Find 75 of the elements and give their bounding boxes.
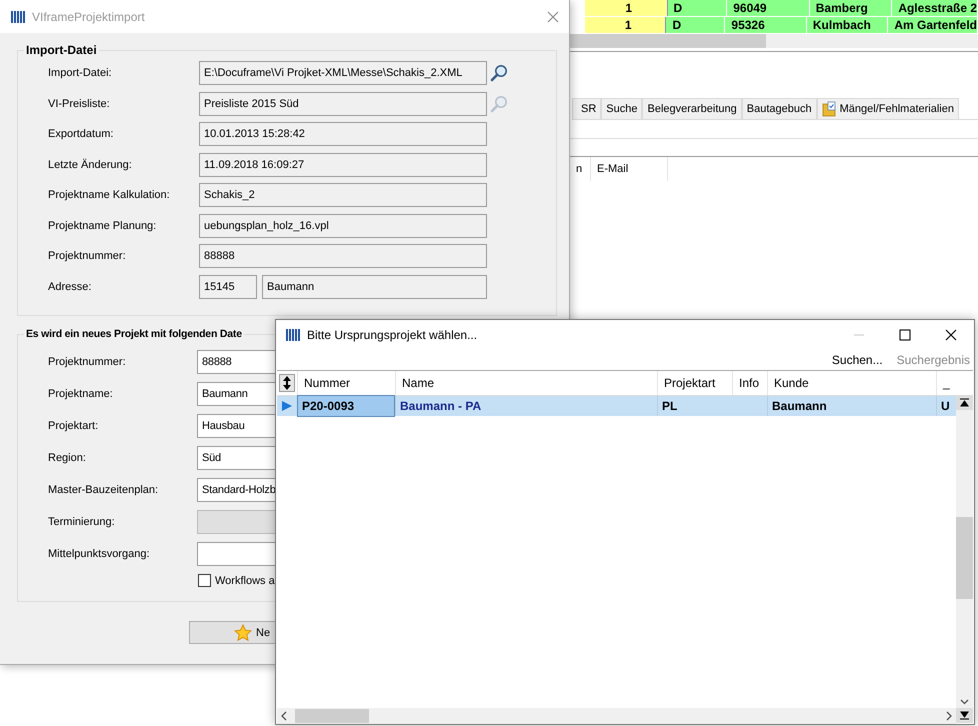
field-label: VI-Preisliste: bbox=[48, 98, 111, 110]
field-label: Projektnummer: bbox=[48, 250, 127, 262]
group-title: Es wird ein neues Projekt mit folgenden Date bbox=[25, 328, 243, 340]
text-field[interactable]: uebungsplan_holz_16.vpl bbox=[199, 214, 487, 238]
tab[interactable]: Mängel/Fehlmaterialien bbox=[816, 98, 959, 119]
field-label: Projektname Kalkulation: bbox=[48, 189, 171, 201]
text-field[interactable]: Preisliste 2015 Süd bbox=[199, 92, 487, 116]
app-icon bbox=[10, 10, 26, 24]
column-header: E-Mail bbox=[591, 157, 668, 181]
table-cell: D bbox=[666, 17, 726, 33]
table-cell: Bamberg bbox=[810, 0, 892, 16]
folder-icon bbox=[822, 101, 836, 117]
table-cell: Kulmbach bbox=[806, 17, 888, 33]
text-field[interactable]: 11.09.2018 16:09:27 bbox=[199, 152, 487, 176]
app-icon bbox=[285, 328, 301, 342]
group-title: Import-Datei bbox=[25, 43, 98, 57]
field-label: Mittelpunktsvorgang: bbox=[48, 548, 150, 560]
row-pointer-icon bbox=[281, 400, 293, 412]
table-cell: Aglesstraße 2 bbox=[892, 0, 978, 16]
scrollbar[interactable] bbox=[956, 396, 973, 708]
field-label: Projektname Planung: bbox=[48, 220, 158, 232]
table-cell: P20-0093 bbox=[297, 395, 395, 417]
field-label: Projektname: bbox=[48, 388, 114, 400]
field-label: Adresse: bbox=[48, 280, 92, 292]
scrollbar[interactable] bbox=[277, 708, 956, 724]
table-cell: 1 bbox=[585, 17, 666, 33]
scrollbar-thumb[interactable] bbox=[570, 34, 766, 48]
table-cell: 95326 bbox=[725, 17, 807, 33]
text-field[interactable]: 15145 bbox=[199, 274, 257, 298]
table-cell: PL bbox=[657, 396, 732, 416]
checkbox-label: Workflows a bbox=[215, 574, 275, 586]
scrollbar-thumb[interactable] bbox=[295, 709, 369, 723]
field-label: Exportdatum: bbox=[48, 128, 114, 140]
field-label: Terminierung: bbox=[48, 516, 116, 528]
column-header[interactable]: Info bbox=[732, 371, 767, 395]
table-cell: Baumann - PA bbox=[395, 396, 657, 416]
text-field[interactable]: Schakis_2 bbox=[199, 183, 487, 207]
scroll-top-icon[interactable] bbox=[956, 396, 973, 410]
text-field[interactable]: Baumann bbox=[262, 274, 487, 298]
scroll-end-icon[interactable] bbox=[956, 708, 973, 723]
text-field[interactable]: 88888 bbox=[199, 244, 487, 268]
table-cell: Am Gartenfeld bbox=[888, 17, 978, 33]
tab[interactable]: Suche bbox=[601, 98, 642, 119]
field-label: Projektart: bbox=[48, 420, 100, 432]
column-header[interactable]: Name bbox=[395, 371, 657, 395]
column-header[interactable]: Kunde bbox=[767, 371, 936, 395]
search-icon[interactable] bbox=[490, 64, 508, 82]
star-icon bbox=[234, 624, 252, 642]
tab[interactable]: SR bbox=[572, 98, 602, 119]
table-cell: U bbox=[936, 396, 954, 416]
text-field[interactable]: E:\Docuframe\Vi Projket-XML\Messe\Schakis_2.XML bbox=[199, 61, 487, 85]
tab[interactable]: Bautagebuch bbox=[742, 98, 817, 119]
column-header[interactable]: Projektart bbox=[657, 371, 732, 395]
table-cell: Baumann bbox=[767, 396, 936, 416]
close-icon[interactable] bbox=[945, 329, 957, 341]
checkbox[interactable] bbox=[198, 574, 211, 587]
toolbar-button[interactable]: Suchen... bbox=[832, 353, 883, 367]
scrollbar-thumb[interactable] bbox=[956, 517, 973, 599]
tab[interactable]: Belegverarbeitung bbox=[642, 98, 742, 119]
window-title: VIframeProjektimport bbox=[32, 10, 145, 24]
field-label: Letzte Änderung: bbox=[48, 158, 133, 170]
table-cell: 96049 bbox=[727, 0, 810, 16]
table-row[interactable]: P20-0093 Baumann - PA PL Baumann U bbox=[277, 396, 956, 416]
text-field[interactable]: 10.01.2013 15:28:42 bbox=[199, 122, 487, 146]
field-label: Region: bbox=[48, 452, 87, 464]
table-cell: 1 bbox=[585, 0, 668, 16]
maximize-icon[interactable] bbox=[899, 329, 911, 341]
sort-icon[interactable] bbox=[279, 374, 295, 392]
field-label: Projektnummer: bbox=[48, 356, 127, 368]
table-cell: D bbox=[668, 0, 728, 16]
window-title: Bitte Ursprungsprojekt wählen... bbox=[307, 328, 478, 342]
column-header[interactable]: _ bbox=[936, 371, 954, 395]
field-label: Master-Bauzeitenplan: bbox=[48, 484, 160, 496]
scrollbar[interactable] bbox=[570, 34, 978, 48]
field-label: Import-Datei: bbox=[48, 67, 113, 79]
